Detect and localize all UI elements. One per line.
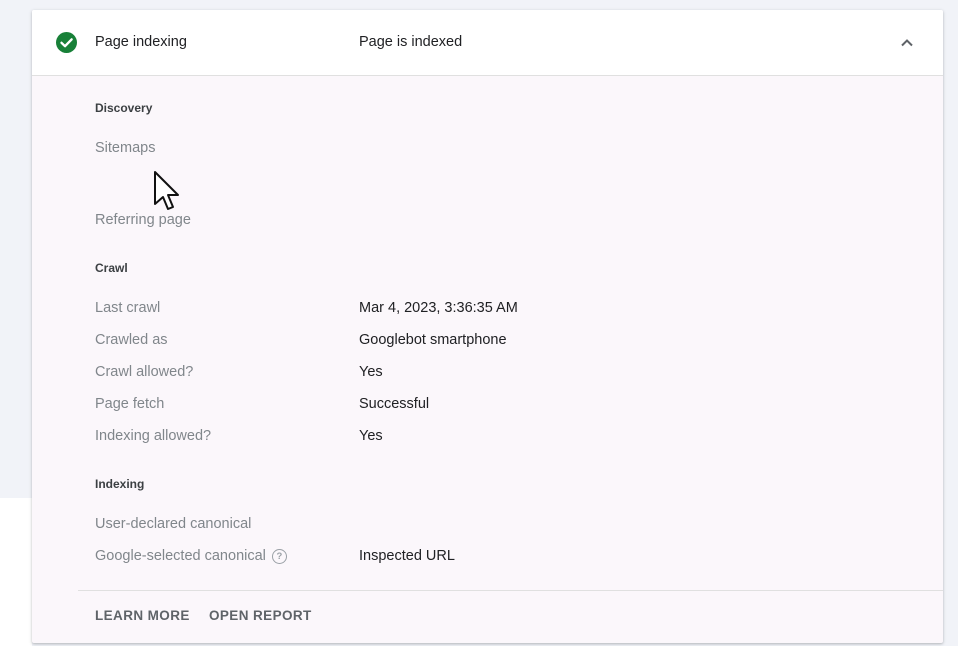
crawled-as-value: Googlebot smartphone [359, 332, 507, 348]
indexing-allowed-label: Indexing allowed? [95, 428, 212, 444]
discovery-heading: Discovery [95, 101, 153, 115]
page-fetch-label: Page fetch [95, 396, 165, 412]
crawl-heading: Crawl [95, 261, 128, 275]
page-indexing-card: Page indexing Page is indexed Discovery … [32, 10, 943, 643]
google-canonical-row-label: Google-selected canonical? [95, 548, 287, 564]
index-status: Page is indexed [359, 34, 463, 50]
page-fetch-value: Successful [359, 396, 430, 412]
learn-more-button[interactable]: LEARN MORE [95, 608, 190, 623]
open-report-button[interactable]: OPEN REPORT [209, 608, 312, 623]
help-icon[interactable]: ? [271, 549, 287, 564]
check-circle-icon [56, 32, 77, 53]
chevron-up-icon[interactable] [896, 34, 918, 52]
indexing-allowed-value: Yes [359, 428, 383, 444]
crawl-allowed-label: Crawl allowed? [95, 364, 194, 380]
mouse-pointer-icon [153, 170, 183, 214]
google-canonical-label: Google-selected canonical [95, 548, 266, 564]
footer-divider [78, 590, 943, 591]
referring-page-label: Referring page [95, 212, 191, 228]
last-crawl-label: Last crawl [95, 300, 161, 316]
background-panel-edge [0, 498, 32, 646]
card-header[interactable]: Page indexing Page is indexed [32, 10, 943, 76]
crawled-as-label: Crawled as [95, 332, 168, 348]
last-crawl-value: Mar 4, 2023, 3:36:35 AM [359, 300, 518, 316]
indexing-heading: Indexing [95, 477, 145, 491]
section-title: Page indexing [95, 34, 187, 50]
user-canonical-label: User-declared canonical [95, 516, 252, 532]
crawl-allowed-value: Yes [359, 364, 383, 380]
sitemaps-label: Sitemaps [95, 140, 156, 156]
google-canonical-value: Inspected URL [359, 548, 455, 564]
